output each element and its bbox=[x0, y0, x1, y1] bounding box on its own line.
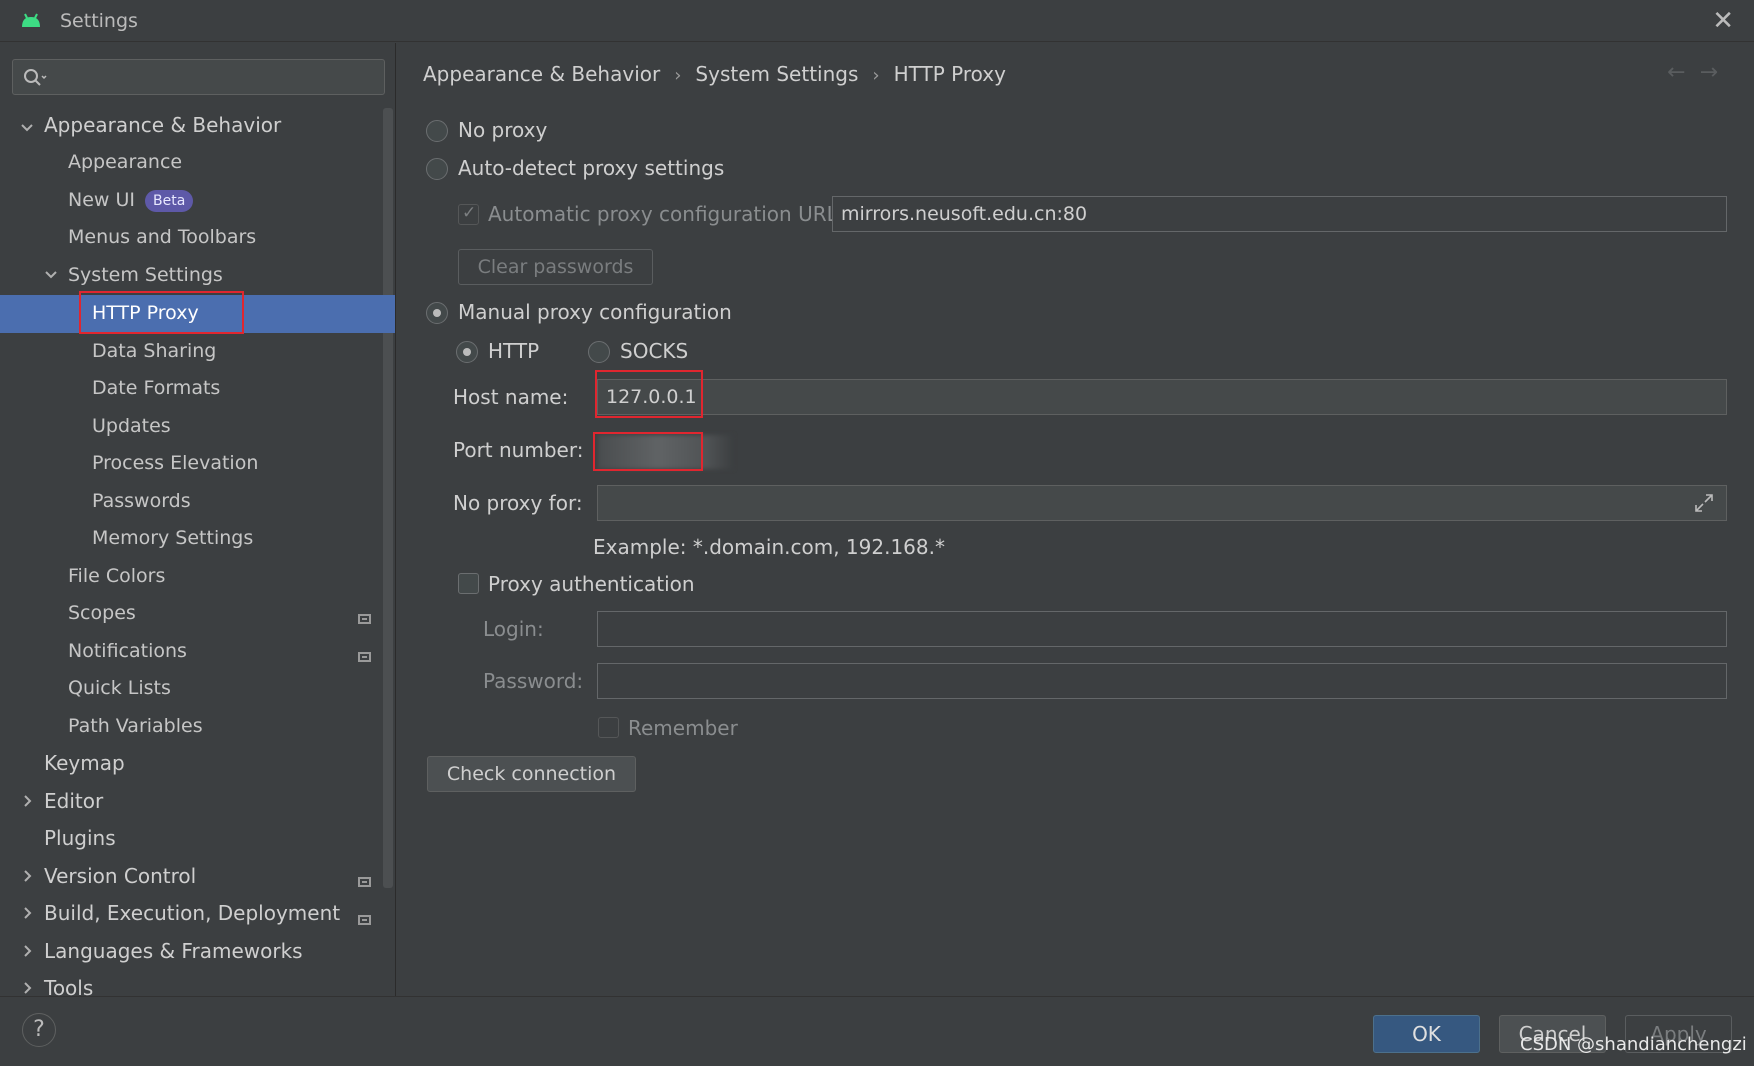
manual-proxy-radio[interactable] bbox=[426, 302, 448, 324]
sidebar-item-quick-lists[interactable]: Quick Lists bbox=[68, 670, 171, 707]
ok-button[interactable]: OK bbox=[1373, 1015, 1480, 1053]
auto-detect-radio[interactable] bbox=[426, 158, 448, 180]
chevron-right-icon[interactable] bbox=[20, 895, 38, 932]
window-title: Settings bbox=[60, 10, 138, 32]
sidebar-item-languages-frameworks[interactable]: Languages & Frameworks bbox=[44, 933, 303, 970]
breadcrumb-separator: › bbox=[872, 65, 880, 86]
remember-label: Remember bbox=[628, 716, 738, 740]
breadcrumb: Appearance & Behavior › System Settings › HT… bbox=[423, 62, 1006, 86]
annotation-highlight-box bbox=[593, 432, 703, 471]
password-input[interactable] bbox=[597, 663, 1727, 699]
manual-proxy-label: Manual proxy configuration bbox=[458, 300, 732, 324]
port-number-label: Port number: bbox=[453, 438, 584, 462]
http-radio[interactable] bbox=[456, 341, 478, 363]
breadcrumb-item[interactable]: System Settings bbox=[695, 62, 858, 86]
sidebar-item-file-colors[interactable]: File Colors bbox=[68, 558, 165, 595]
settings-search-input[interactable] bbox=[12, 59, 385, 95]
settings-sidebar: Appearance & Behavior Appearance New UI B… bbox=[0, 43, 396, 996]
check-connection-button[interactable]: Check connection bbox=[427, 756, 636, 792]
sidebar-item-menus-toolbars[interactable]: Menus and Toolbars bbox=[68, 219, 256, 256]
help-icon[interactable]: ? bbox=[22, 1013, 56, 1047]
chevron-down-icon[interactable] bbox=[44, 257, 62, 294]
dialog-footer: ? OK Cancel Apply bbox=[0, 996, 1754, 1066]
no-proxy-for-label: No proxy for: bbox=[453, 491, 583, 515]
chevron-right-icon[interactable] bbox=[20, 970, 38, 996]
chevron-right-icon[interactable] bbox=[20, 933, 38, 970]
project-level-icon bbox=[358, 877, 371, 887]
forward-arrow-icon[interactable]: → bbox=[1700, 60, 1732, 85]
annotation-highlight-box bbox=[79, 291, 244, 334]
sidebar-item-data-sharing[interactable]: Data Sharing bbox=[92, 333, 216, 370]
sidebar-item-appearance-behavior[interactable]: Appearance & Behavior bbox=[44, 107, 281, 144]
title-bar: Settings ✕ bbox=[0, 0, 1754, 42]
sidebar-item-process-elevation[interactable]: Process Elevation bbox=[92, 445, 258, 482]
breadcrumb-item[interactable]: Appearance & Behavior bbox=[423, 62, 660, 86]
sidebar-item-keymap[interactable]: Keymap bbox=[44, 745, 125, 782]
back-arrow-icon[interactable]: ← bbox=[1667, 60, 1699, 85]
sidebar-item-tools[interactable]: Tools bbox=[44, 970, 93, 996]
project-level-icon bbox=[358, 652, 371, 662]
login-label: Login: bbox=[483, 617, 544, 641]
http-label: HTTP bbox=[488, 339, 540, 363]
sidebar-item-editor[interactable]: Editor bbox=[44, 783, 103, 820]
sidebar-item-system-settings[interactable]: System Settings bbox=[68, 257, 223, 294]
sidebar-item-memory-settings[interactable]: Memory Settings bbox=[92, 520, 253, 557]
remember-checkbox[interactable] bbox=[598, 717, 619, 738]
chevron-right-icon[interactable] bbox=[20, 783, 38, 820]
auto-detect-label: Auto-detect proxy settings bbox=[458, 156, 725, 180]
search-icon bbox=[24, 69, 47, 86]
socks-radio[interactable] bbox=[588, 341, 610, 363]
proxy-auth-label: Proxy authentication bbox=[488, 572, 695, 596]
sidebar-item-label: New UI bbox=[68, 189, 135, 211]
project-level-icon bbox=[358, 614, 371, 624]
close-icon[interactable]: ✕ bbox=[1712, 6, 1734, 36]
sidebar-item-notifications[interactable]: Notifications bbox=[68, 633, 187, 670]
clear-passwords-button[interactable]: Clear passwords bbox=[458, 249, 653, 285]
sidebar-item-passwords[interactable]: Passwords bbox=[92, 483, 191, 520]
breadcrumb-separator: › bbox=[674, 65, 682, 86]
no-proxy-radio[interactable] bbox=[426, 120, 448, 142]
navigation-arrows: ←→ bbox=[1667, 60, 1732, 85]
socks-label: SOCKS bbox=[620, 339, 689, 363]
sidebar-item-path-variables[interactable]: Path Variables bbox=[68, 708, 203, 745]
expand-icon[interactable] bbox=[1693, 492, 1715, 514]
sidebar-item-updates[interactable]: Updates bbox=[92, 408, 171, 445]
beta-badge: Beta bbox=[145, 189, 194, 212]
auto-url-label: Automatic proxy configuration URL: bbox=[488, 202, 845, 226]
sidebar-scrollbar[interactable] bbox=[383, 108, 393, 888]
no-proxy-example: Example: *.domain.com, 192.168.* bbox=[593, 535, 945, 559]
auto-url-checkbox[interactable]: ✓ bbox=[458, 203, 479, 225]
proxy-auth-checkbox[interactable] bbox=[458, 573, 479, 594]
android-studio-icon bbox=[22, 13, 40, 27]
host-name-label: Host name: bbox=[453, 385, 569, 409]
login-input[interactable] bbox=[597, 611, 1727, 647]
no-proxy-for-input[interactable] bbox=[597, 485, 1727, 521]
breadcrumb-item: HTTP Proxy bbox=[893, 62, 1006, 86]
no-proxy-label: No proxy bbox=[458, 118, 548, 142]
watermark: CSDN @shandianchengzi bbox=[1520, 1034, 1747, 1055]
sidebar-item-plugins[interactable]: Plugins bbox=[44, 820, 116, 857]
chevron-right-icon[interactable] bbox=[20, 858, 38, 895]
sidebar-item-appearance[interactable]: Appearance bbox=[68, 144, 182, 181]
sidebar-item-build-execution[interactable]: Build, Execution, Deployment bbox=[44, 895, 340, 932]
annotation-highlight-box bbox=[595, 370, 703, 418]
password-label: Password: bbox=[483, 669, 584, 693]
sidebar-item-version-control[interactable]: Version Control bbox=[44, 858, 196, 895]
sidebar-item-date-formats[interactable]: Date Formats bbox=[92, 370, 220, 407]
project-level-icon bbox=[358, 915, 371, 925]
sidebar-item-new-ui[interactable]: New UI Beta bbox=[68, 182, 194, 219]
host-name-input[interactable]: 127.0.0.1 bbox=[597, 379, 1727, 415]
sidebar-item-scopes[interactable]: Scopes bbox=[68, 595, 136, 632]
auto-url-input[interactable]: mirrors.neusoft.edu.cn:80 bbox=[832, 196, 1727, 232]
chevron-down-icon[interactable] bbox=[20, 110, 38, 147]
